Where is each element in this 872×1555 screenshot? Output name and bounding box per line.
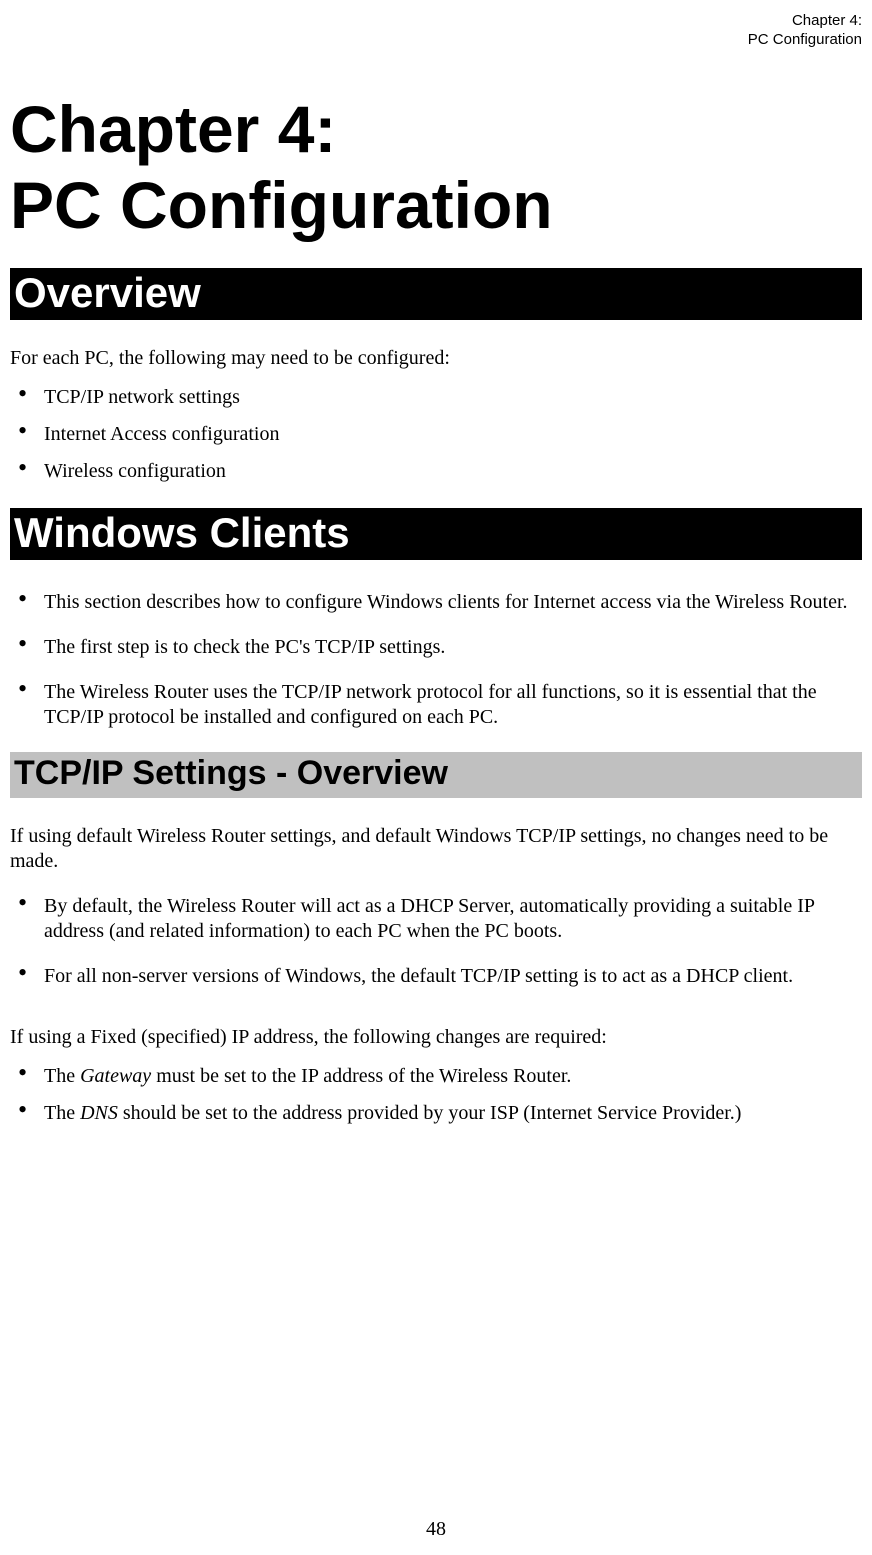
- tcpip-bullets-2: The Gateway must be set to the IP addres…: [10, 1064, 862, 1126]
- tcpip-bullets-1: By default, the Wireless Router will act…: [10, 894, 862, 989]
- list-item: The first step is to check the PC's TCP/…: [10, 635, 862, 660]
- windows-clients-bullets: This section describes how to configure …: [10, 590, 862, 730]
- running-header-line2: PC Configuration: [748, 31, 862, 50]
- list-item: The Wireless Router uses the TCP/IP netw…: [10, 680, 862, 730]
- list-item: Wireless configuration: [10, 459, 862, 484]
- emphasis-dns: DNS: [80, 1102, 118, 1124]
- page-number: 48: [0, 1518, 872, 1541]
- tcpip-intro2: If using a Fixed (specified) IP address,…: [10, 1025, 862, 1050]
- text-fragment: The: [44, 1102, 80, 1124]
- list-item: The DNS should be set to the address pro…: [10, 1101, 862, 1126]
- chapter-title-line2: PC Configuration: [10, 168, 862, 244]
- list-item: By default, the Wireless Router will act…: [10, 894, 862, 944]
- chapter-title-line1: Chapter 4:: [10, 92, 862, 168]
- section-heading-overview: Overview: [10, 268, 862, 320]
- list-item: For all non-server versions of Windows, …: [10, 964, 862, 989]
- tcpip-intro: If using default Wireless Router setting…: [10, 824, 862, 874]
- list-item: TCP/IP network settings: [10, 385, 862, 410]
- text-fragment: must be set to the IP address of the Wir…: [151, 1065, 571, 1087]
- chapter-title: Chapter 4: PC Configuration: [10, 0, 862, 244]
- section-heading-windows-clients: Windows Clients: [10, 508, 862, 560]
- text-fragment: should be set to the address provided by…: [118, 1102, 742, 1124]
- section-heading-tcpip-settings: TCP/IP Settings - Overview: [10, 752, 862, 798]
- emphasis-gateway: Gateway: [80, 1065, 151, 1087]
- overview-intro: For each PC, the following may need to b…: [10, 346, 862, 371]
- text-fragment: The: [44, 1065, 80, 1087]
- list-item: This section describes how to configure …: [10, 590, 862, 615]
- list-item: Internet Access configuration: [10, 422, 862, 447]
- running-header-line1: Chapter 4:: [748, 12, 862, 31]
- running-header: Chapter 4: PC Configuration: [748, 12, 862, 50]
- overview-bullets: TCP/IP network settings Internet Access …: [10, 385, 862, 484]
- list-item: The Gateway must be set to the IP addres…: [10, 1064, 862, 1089]
- page: Chapter 4: PC Configuration Chapter 4: P…: [0, 0, 872, 1555]
